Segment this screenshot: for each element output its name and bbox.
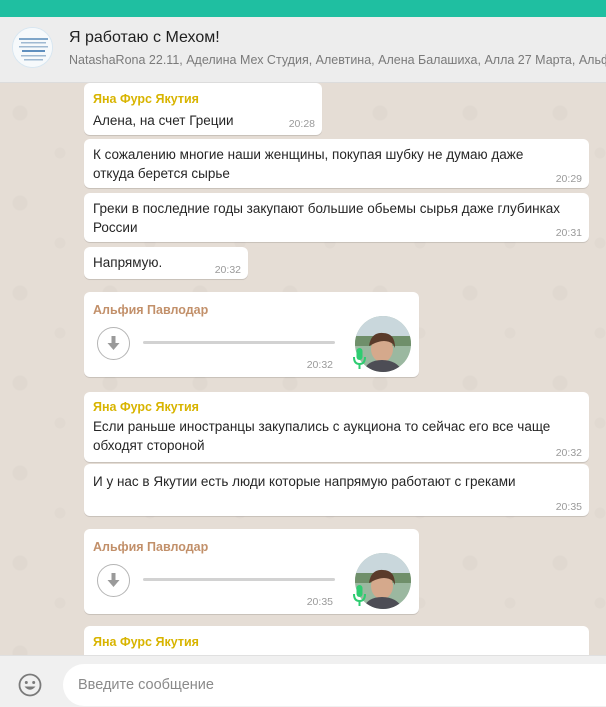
- message-time: 20:32: [306, 359, 333, 371]
- message-author: Яна Фурс Якутия: [93, 635, 199, 649]
- message-bubble[interactable]: Греки в последние годы закупают большие …: [84, 193, 589, 242]
- group-avatar[interactable]: [12, 27, 53, 68]
- message-author: Альфия Павлодар: [93, 540, 209, 554]
- download-icon: [107, 573, 120, 587]
- chat-participants: NatashaRona 22.11, Аделина Мех Студия, А…: [69, 53, 606, 67]
- message-text: И у нас в Якутии есть люди которые напря…: [93, 474, 516, 489]
- message-text: Алена, на счет Греции: [93, 113, 234, 128]
- message-author: Яна Фурс Якутия: [93, 400, 199, 414]
- message-text: Напрямую.: [93, 255, 163, 270]
- message-list[interactable]: Яна Фурс Якутия Алена, на счет Греции 20…: [0, 83, 606, 655]
- chat-header[interactable]: Я работаю с Мехом! NatashaRona 22.11, Ад…: [0, 17, 606, 83]
- message-bubble[interactable]: К сожалению многие наши женщины, покупая…: [84, 139, 589, 188]
- message-bubble[interactable]: Напрямую. 20:32: [84, 247, 248, 279]
- message-time: 20:31: [555, 227, 582, 239]
- message-time: 20:35: [306, 596, 333, 608]
- message-composer: [0, 655, 606, 707]
- microphone-icon: [353, 585, 366, 606]
- download-icon: [107, 336, 120, 350]
- message-text: обходят стороной: [93, 438, 205, 453]
- microphone-icon: [353, 348, 366, 369]
- message-input[interactable]: [63, 664, 606, 706]
- audio-progress-track[interactable]: [143, 341, 335, 344]
- message-time: 20:28: [288, 118, 315, 130]
- message-time: 20:32: [555, 447, 582, 459]
- voice-message[interactable]: Альфия Павлодар 20:32: [84, 292, 419, 377]
- chat-title: Я работаю с Мехом!: [69, 29, 220, 46]
- audio-progress-track[interactable]: [143, 578, 335, 581]
- message-text: Если раньше иностранцы закупались с аукц…: [93, 419, 551, 434]
- message-text: Греки в последние годы закупают большие …: [93, 201, 561, 216]
- app-top-bar: [0, 0, 606, 17]
- message-author: Альфия Павлодар: [93, 303, 209, 317]
- message-bubble[interactable]: И у нас в Якутии есть люди которые напря…: [84, 464, 589, 516]
- voice-message[interactable]: Альфия Павлодар 20:35: [84, 529, 419, 614]
- message-bubble[interactable]: Яна Фурс Якутия: [84, 626, 589, 655]
- message-time: 20:35: [555, 501, 582, 513]
- message-time: 20:32: [214, 264, 241, 276]
- download-audio-button[interactable]: [97, 327, 130, 360]
- message-author: Яна Фурс Якутия: [93, 92, 199, 106]
- message-text: откуда берется сырье: [93, 166, 230, 181]
- download-audio-button[interactable]: [97, 564, 130, 597]
- message-text: России: [93, 220, 138, 235]
- message-bubble[interactable]: Яна Фурс Якутия Алена, на счет Греции 20…: [84, 83, 322, 135]
- message-bubble[interactable]: Яна Фурс Якутия Если раньше иностранцы з…: [84, 392, 589, 462]
- message-text: К сожалению многие наши женщины, покупая…: [93, 147, 524, 162]
- emoji-icon[interactable]: [18, 673, 42, 697]
- message-time: 20:29: [555, 173, 582, 185]
